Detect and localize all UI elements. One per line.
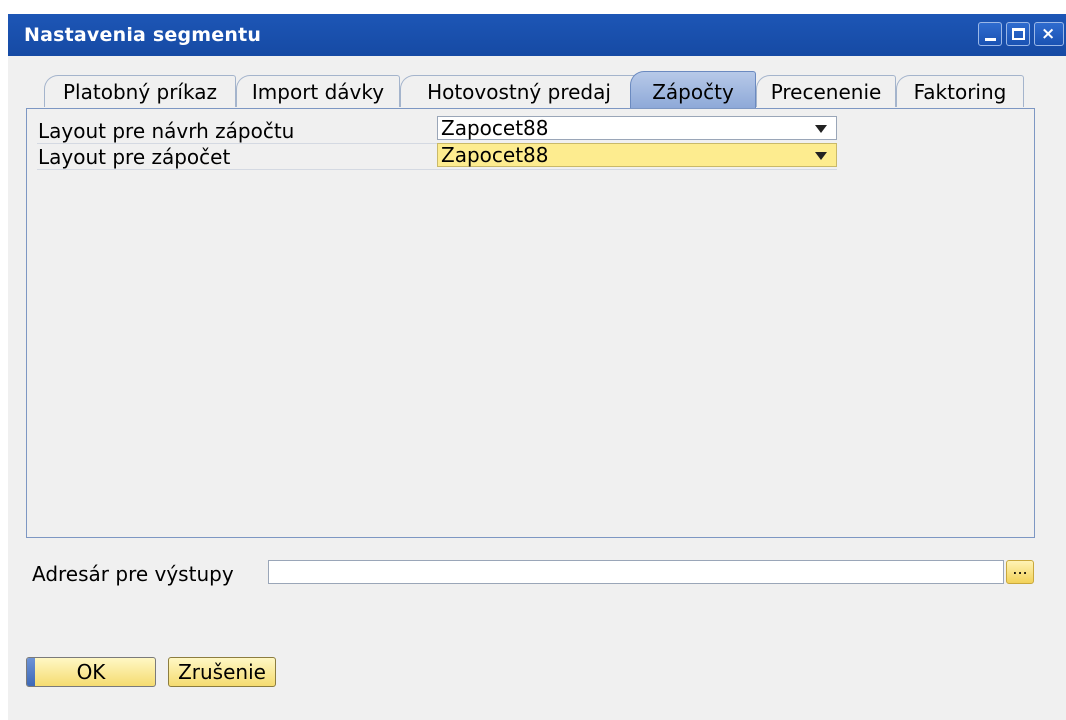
output-directory-input[interactable]	[268, 560, 1004, 584]
close-icon: ×	[1041, 24, 1056, 44]
dropdown-value: Zapocet88	[441, 116, 549, 140]
layout-navrh-zapoctu-dropdown[interactable]: Zapocet88	[437, 116, 837, 140]
settings-window: Nastavenia segmentu × Platobný príkaz Im…	[8, 14, 1066, 720]
dropdown-arrow-icon	[815, 125, 827, 133]
ok-button[interactable]: OK	[26, 657, 156, 687]
maximize-icon	[1012, 28, 1025, 40]
field-label-zapocet: Layout pre zápočet	[38, 145, 231, 169]
cancel-button[interactable]: Zrušenie	[168, 657, 276, 687]
title-bar[interactable]: Nastavenia segmentu ×	[8, 14, 1066, 56]
maximize-button[interactable]	[1006, 22, 1030, 46]
tab-precenenie[interactable]: Precenenie	[756, 75, 896, 107]
tab-import-davky[interactable]: Import dávky	[236, 75, 400, 107]
tab-platobny-prikaz[interactable]: Platobný príkaz	[44, 75, 236, 107]
window-title: Nastavenia segmentu	[24, 24, 262, 46]
tab-strip: Platobný príkaz Import dávky Hotovostný …	[26, 71, 1046, 111]
close-button[interactable]: ×	[1034, 22, 1064, 46]
browse-button[interactable]: ...	[1006, 560, 1034, 584]
row-divider	[37, 169, 837, 170]
layout-zapocet-dropdown[interactable]: Zapocet88	[437, 143, 837, 167]
tab-panel-zapocty: Layout pre návrh zápočtu Zapocet88 Layou…	[26, 108, 1035, 538]
tab-hotovostny-predaj[interactable]: Hotovostný predaj	[400, 75, 638, 107]
minimize-button[interactable]	[978, 22, 1002, 46]
tab-zapocty[interactable]: Zápočty	[630, 71, 756, 108]
field-label-navrh-zapoctu: Layout pre návrh zápočtu	[38, 119, 295, 143]
output-directory-label: Adresár pre výstupy	[32, 562, 234, 586]
dropdown-value: Zapocet88	[441, 143, 549, 167]
minimize-icon	[985, 38, 996, 41]
dropdown-arrow-icon	[815, 152, 827, 160]
default-button-indicator	[27, 658, 35, 686]
tab-faktoring[interactable]: Faktoring	[896, 75, 1024, 107]
ok-button-label: OK	[76, 660, 106, 684]
